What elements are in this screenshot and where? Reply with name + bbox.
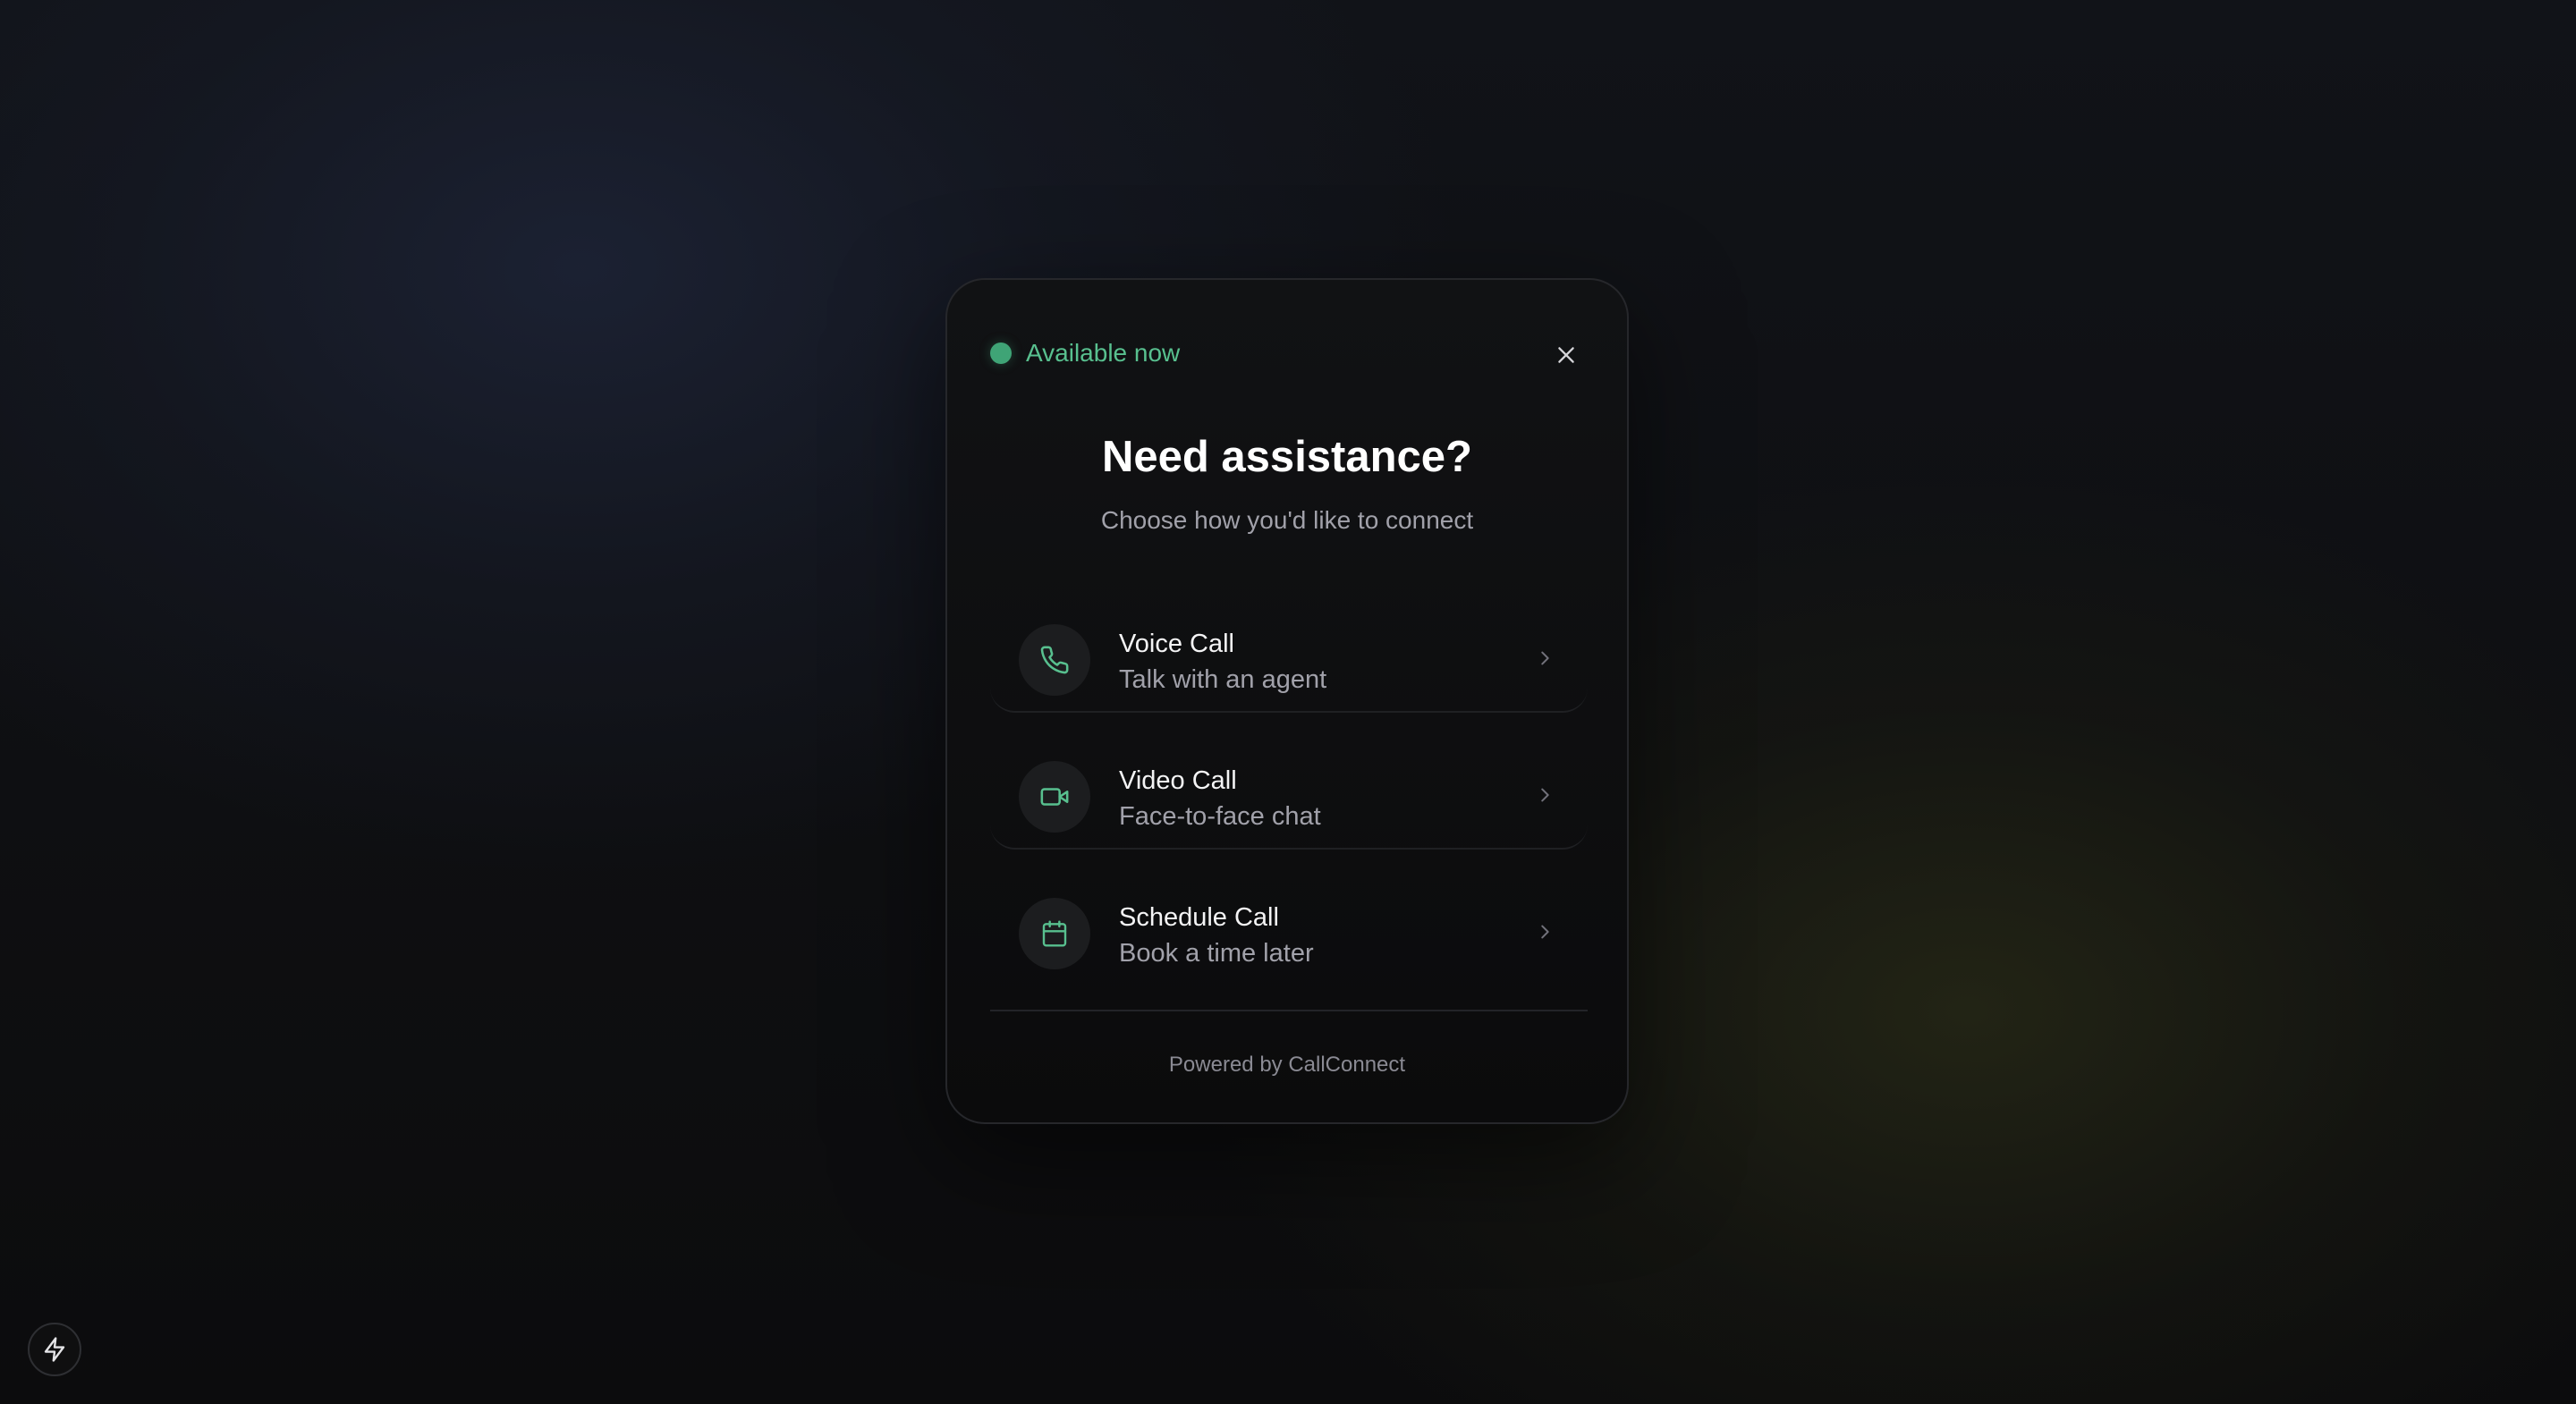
dev-tools-button[interactable]: [28, 1323, 81, 1376]
video-call-title: Video Call: [1119, 766, 1237, 795]
status-dot: [990, 343, 1012, 364]
phone-icon: [1040, 646, 1069, 674]
video-call-description: Face-to-face chat: [1119, 802, 1321, 831]
chevron-right-icon: [1534, 784, 1555, 806]
voice-call-description: Talk with an agent: [1119, 665, 1327, 694]
schedule-call-option[interactable]: Schedule Call Book a time later: [990, 877, 1588, 986]
video-camera-icon: [1040, 788, 1069, 806]
close-icon: [1558, 347, 1574, 363]
dialog-title: Need assistance?: [1102, 433, 1472, 481]
assistance-dialog: Available now Need assistance? Choose ho…: [945, 278, 1629, 1124]
chevron-right-icon: [1534, 647, 1555, 669]
lightning-bolt-icon: [44, 1337, 65, 1362]
close-button[interactable]: [1552, 341, 1580, 369]
status-text: Available now: [1026, 339, 1181, 367]
voice-call-title: Voice Call: [1119, 630, 1234, 658]
calendar-icon: [1042, 920, 1067, 947]
footer-divider: [990, 1010, 1588, 1011]
video-call-option[interactable]: Video Call Face-to-face chat: [990, 740, 1588, 850]
schedule-call-description: Book a time later: [1119, 939, 1314, 968]
powered-by-footer: Powered by CallConnect: [1168, 1053, 1406, 1077]
voice-call-option[interactable]: Voice Call Talk with an agent: [990, 604, 1588, 713]
video-call-icon-circle: [1019, 761, 1090, 833]
dialog-subtitle: Choose how you'd like to connect: [1100, 506, 1474, 534]
schedule-call-icon-circle: [1019, 898, 1090, 969]
availability-status: Available now: [990, 341, 1180, 366]
chevron-right-icon: [1534, 921, 1555, 943]
voice-call-icon-circle: [1019, 624, 1090, 696]
schedule-call-title: Schedule Call: [1119, 903, 1279, 932]
